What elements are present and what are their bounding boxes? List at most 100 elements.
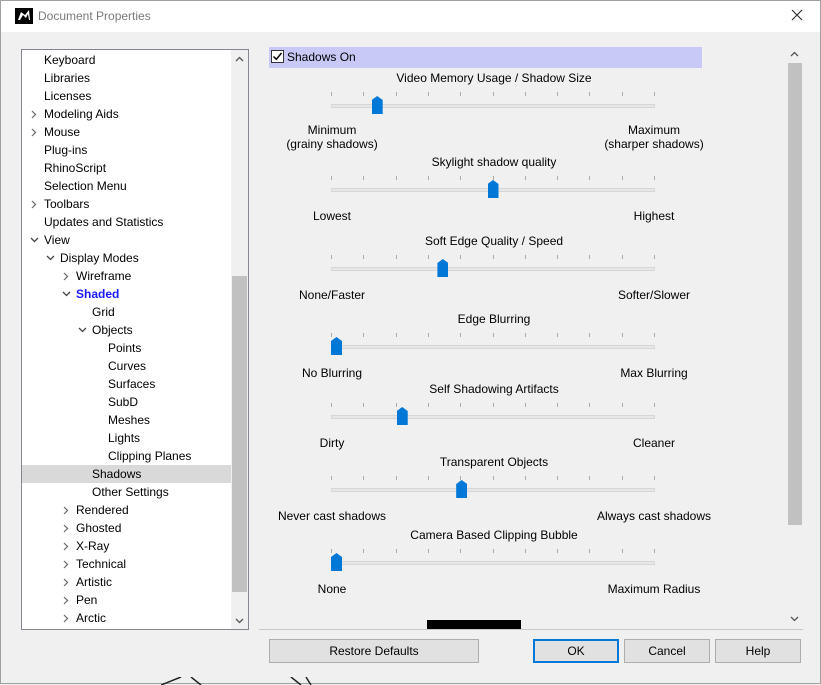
chevron-right-icon[interactable] xyxy=(28,195,40,213)
tree-item[interactable]: Clipping Planes xyxy=(22,447,231,465)
shadows-on-checkbox[interactable] xyxy=(271,50,284,63)
chevron-right-icon[interactable] xyxy=(60,555,72,573)
shadows-on-row[interactable]: Shadows On xyxy=(269,47,702,68)
tree-item[interactable]: Pen xyxy=(22,591,231,609)
slider-thumb[interactable] xyxy=(331,553,342,571)
tree-item[interactable]: Technical xyxy=(22,555,231,573)
tree-item[interactable]: Updates and Statistics xyxy=(22,213,231,231)
slider-tick xyxy=(331,333,332,337)
tree-item-label: Selection Menu xyxy=(44,179,127,193)
chevron-right-icon[interactable] xyxy=(28,105,40,123)
tree-item[interactable]: Shadows xyxy=(22,465,231,483)
tree-item[interactable]: Curves xyxy=(22,357,231,375)
chevron-right-icon[interactable] xyxy=(60,591,72,609)
slider-title: Camera Based Clipping Bubble xyxy=(410,528,578,542)
scroll-up-icon[interactable] xyxy=(786,45,803,62)
slider-tick xyxy=(557,176,558,180)
slider-track[interactable] xyxy=(331,488,655,492)
tree-scroll-thumb[interactable] xyxy=(232,276,247,592)
tree-item-label: Display Modes xyxy=(60,251,139,265)
slider-thumb[interactable] xyxy=(456,480,468,498)
slider-track[interactable] xyxy=(331,415,655,419)
tree-item[interactable]: Toolbars xyxy=(22,195,231,213)
slider-tick xyxy=(557,549,558,553)
tree-item[interactable]: Modeling Aids xyxy=(22,105,231,123)
chevron-down-icon[interactable] xyxy=(60,285,72,303)
panel-scroll-thumb[interactable] xyxy=(788,63,802,525)
tree-item[interactable]: Selection Menu xyxy=(22,177,231,195)
slider-max-label: Max Blurring xyxy=(620,366,688,380)
slider-tick xyxy=(396,176,397,180)
scroll-up-icon[interactable] xyxy=(231,50,248,67)
chevron-down-icon[interactable] xyxy=(44,249,56,267)
slider-tick xyxy=(654,255,655,259)
tree-item[interactable]: Points xyxy=(22,339,231,357)
tree-item[interactable]: Meshes xyxy=(22,411,231,429)
tree-item[interactable]: Grid xyxy=(22,303,231,321)
tree-item-label: Shadows xyxy=(92,467,142,481)
slider-track[interactable] xyxy=(331,267,655,271)
chevron-down-icon[interactable] xyxy=(76,321,88,339)
tree-item[interactable]: Surfaces xyxy=(22,375,231,393)
tree-item[interactable]: Plug-ins xyxy=(22,141,231,159)
slider-thumb[interactable] xyxy=(437,259,449,277)
chevron-right-icon[interactable] xyxy=(28,123,40,141)
slider-tick xyxy=(396,476,397,480)
chevron-right-icon[interactable] xyxy=(60,519,72,537)
tree-item[interactable]: Rendered xyxy=(22,501,231,519)
tree-item[interactable]: Mouse xyxy=(22,123,231,141)
tree-scrollbar[interactable] xyxy=(231,50,248,629)
slider-tick xyxy=(331,176,332,180)
slider-thumb[interactable] xyxy=(331,337,342,355)
tree-item[interactable]: X-Ray xyxy=(22,537,231,555)
ok-button[interactable]: OK xyxy=(533,639,619,663)
tree-item-label: Wireframe xyxy=(76,269,132,283)
slider-thumb[interactable] xyxy=(396,407,408,425)
tree-item-label: X-Ray xyxy=(76,539,110,553)
slider-max-label: Maximum Radius xyxy=(607,582,701,596)
tree-item[interactable]: Ghosted xyxy=(22,519,231,537)
chevron-down-icon[interactable] xyxy=(28,231,40,249)
slider-tick xyxy=(493,333,494,337)
slider-track[interactable] xyxy=(331,561,655,565)
slider-min-label: None/Faster xyxy=(298,288,366,302)
restore-defaults-button[interactable]: Restore Defaults xyxy=(269,639,479,663)
slider-thumb[interactable] xyxy=(487,180,499,198)
tree-item[interactable]: Wireframe xyxy=(22,267,231,285)
slider-tick xyxy=(460,403,461,407)
slider-tick xyxy=(654,549,655,553)
close-button[interactable] xyxy=(774,1,820,32)
tree-item-label: Lights xyxy=(108,431,141,445)
tree-item-label: Arctic xyxy=(76,611,106,625)
slider-thumb[interactable] xyxy=(371,96,383,114)
tree-item[interactable]: Libraries xyxy=(22,69,231,87)
tree-item[interactable]: Arctic xyxy=(22,609,231,627)
panel-scrollbar[interactable] xyxy=(786,43,803,629)
tree-item-label: Plug-ins xyxy=(44,143,88,157)
chevron-right-icon[interactable] xyxy=(60,573,72,591)
chevron-right-icon[interactable] xyxy=(60,501,72,519)
slider-track[interactable] xyxy=(331,345,655,349)
tree-item[interactable]: Shaded xyxy=(22,285,231,303)
tree-item[interactable]: Other Settings xyxy=(22,483,231,501)
tree-item[interactable]: Licenses xyxy=(22,87,231,105)
chevron-right-icon[interactable] xyxy=(60,267,72,285)
tree-item[interactable]: View xyxy=(22,231,231,249)
tree-item[interactable]: Objects xyxy=(22,321,231,339)
tree-item[interactable]: RhinoScript xyxy=(22,159,231,177)
tree-item[interactable]: SubD xyxy=(22,393,231,411)
slider-tick xyxy=(331,403,332,407)
tree-item-label: Points xyxy=(108,341,142,355)
chevron-right-icon[interactable] xyxy=(60,609,72,627)
tree-item[interactable]: Keyboard xyxy=(22,51,231,69)
tree-item[interactable]: Display Modes xyxy=(22,249,231,267)
tree-item-label: Objects xyxy=(92,323,133,337)
chevron-right-icon[interactable] xyxy=(60,537,72,555)
cancel-button[interactable]: Cancel xyxy=(624,639,710,663)
tree-item[interactable]: Lights xyxy=(22,429,231,447)
tree-item[interactable]: Artistic xyxy=(22,573,231,591)
scroll-down-icon[interactable] xyxy=(786,610,803,627)
scroll-down-icon[interactable] xyxy=(231,612,248,629)
help-button[interactable]: Help xyxy=(715,639,801,663)
tree-item-label: Surfaces xyxy=(108,377,156,391)
